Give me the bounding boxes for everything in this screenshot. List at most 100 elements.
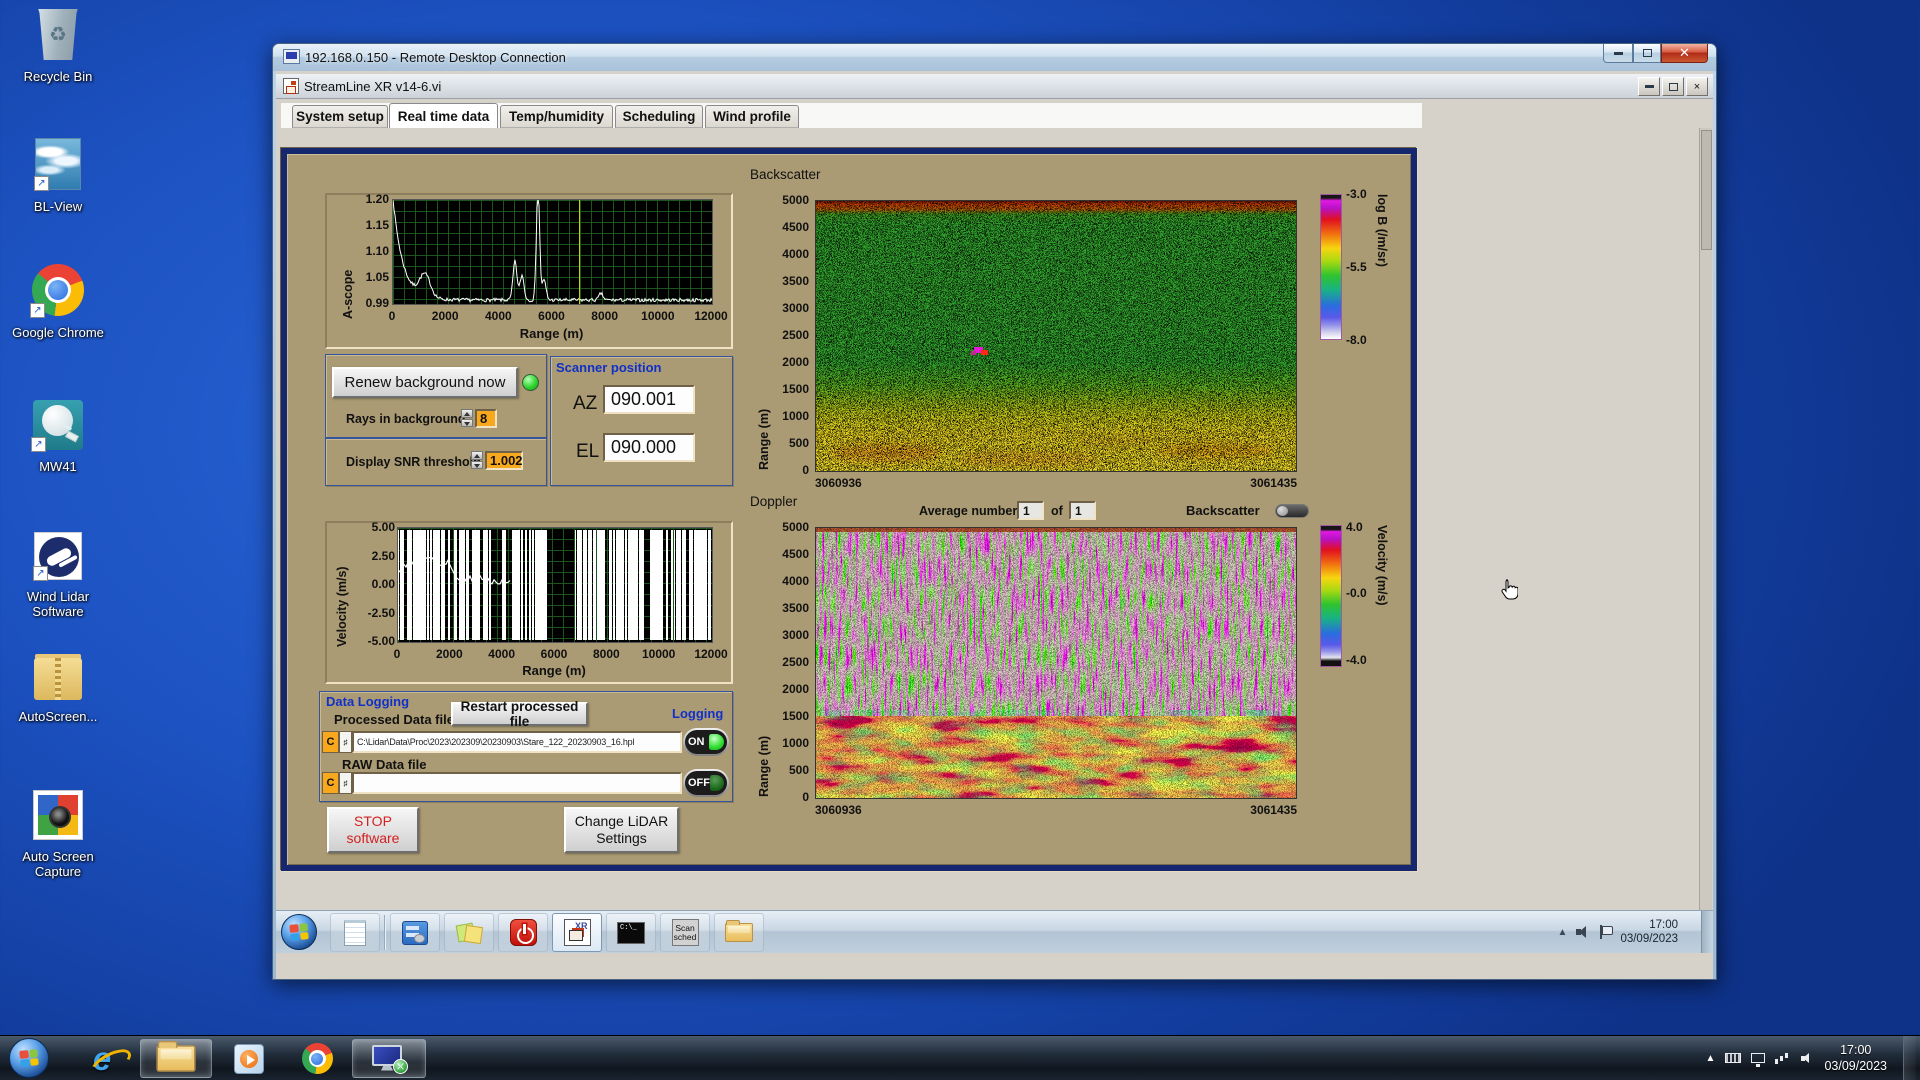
colorbar-tick: -4.0	[1346, 653, 1367, 667]
velocity-x-axis-label: Range (m)	[522, 663, 586, 678]
desktop-icon-auto-screen-capture[interactable]: Auto Screen Capture	[8, 790, 108, 879]
scrollbar-thumb[interactable]	[1701, 130, 1712, 250]
input-indicator-icon[interactable]	[1725, 1053, 1742, 1063]
az-value-field[interactable]: 090.001	[603, 385, 695, 414]
axis-tick-label: 1500	[782, 382, 809, 396]
hidden-icons-arrow[interactable]: ▲	[1706, 1053, 1716, 1064]
tab-wind-profile[interactable]: Wind profile	[705, 105, 799, 128]
restore-button[interactable]	[1633, 44, 1661, 63]
desktop-icon-mw41[interactable]: ↗ MW41	[8, 400, 108, 474]
windows-flag-icon	[289, 923, 309, 941]
backscatter-x-axis: 3060936 3061435	[815, 476, 1297, 490]
mw41-icon: ↗	[31, 400, 83, 452]
rays-value-field[interactable]: 8	[475, 409, 497, 428]
host-taskbar: e ⤫ ▲ 17:00 03/09/2023	[0, 1035, 1920, 1080]
doppler-x-axis: 3060936 3061435	[815, 803, 1297, 817]
vi-titlebar[interactable]: StreamLine XR v14-6.vi ×	[276, 74, 1713, 99]
internet-explorer-taskbar-button[interactable]: e	[74, 1039, 130, 1078]
command-prompt-taskbar-button[interactable]: C:\_	[606, 913, 656, 952]
velocity-plot-area	[397, 527, 713, 643]
raw-drive-badge[interactable]: C	[322, 772, 339, 794]
raw-path-field[interactable]	[352, 772, 682, 794]
el-value-field[interactable]: 090.000	[603, 433, 695, 462]
media-player-taskbar-button[interactable]	[220, 1039, 278, 1078]
vi-window-title: StreamLine XR v14-6.vi	[304, 79, 442, 94]
renew-background-button[interactable]: Renew background now	[332, 367, 518, 398]
sticky-notes-taskbar-button[interactable]	[444, 913, 494, 952]
tab-real-time-data[interactable]: Real time data	[389, 103, 498, 128]
graph-cursor-line[interactable]	[579, 200, 580, 304]
tab-system-setup[interactable]: System setup	[292, 105, 388, 128]
raw-browse-icon[interactable]: ♯	[339, 772, 352, 794]
remote-clock[interactable]: 17:00 03/09/2023	[1620, 918, 1678, 946]
minimize-button[interactable]	[1603, 44, 1633, 63]
ascope-graph: A-scope 1.20 1.15 1.10 1.05 0.99 0 2000 4000 60…	[325, 192, 733, 349]
explorer-taskbar-button[interactable]	[140, 1039, 212, 1078]
vi-restore-button[interactable]	[1662, 77, 1684, 96]
remote-show-desktop-button[interactable]	[1701, 911, 1713, 953]
backscatter-x-start: 3060936	[815, 476, 862, 490]
processed-drive-badge[interactable]: C	[322, 731, 339, 753]
vi-minimize-button[interactable]	[1638, 77, 1660, 96]
axis-tick-label: 1500	[782, 709, 809, 723]
doppler-x-end: 3061435	[1250, 803, 1297, 817]
colorbar-tick: -0.0	[1346, 586, 1367, 600]
processed-logging-on-button[interactable]: ON	[683, 728, 729, 756]
processed-browse-icon[interactable]: ♯	[339, 731, 352, 753]
vertical-scrollbar[interactable]	[1699, 128, 1712, 910]
desktop-icon-label: Wind Lidar Software	[26, 589, 90, 619]
tab-scheduling[interactable]: Scheduling	[615, 105, 703, 128]
stop-software-button[interactable]: STOP software	[327, 807, 419, 853]
average-total-field[interactable]: 1	[1069, 501, 1096, 520]
tab-temp-humidity[interactable]: Temp/humidity	[500, 105, 613, 128]
axis-tick-label: 3000	[782, 628, 809, 642]
scanner-position-box: Scanner position AZ 090.001 EL 090.000	[550, 356, 733, 486]
auto-screen-capture-icon	[33, 790, 83, 840]
change-lidar-settings-button[interactable]: Change LiDAR Settings	[564, 807, 679, 853]
chrome-taskbar-button[interactable]	[288, 1039, 346, 1078]
desktop-icon-recycle-bin[interactable]: Recycle Bin	[8, 8, 108, 84]
notepad-taskbar-button[interactable]	[330, 913, 380, 952]
snr-spinner[interactable]	[471, 451, 483, 469]
restart-processed-file-button[interactable]: Restart processed file	[451, 699, 588, 729]
display-icon[interactable]	[1751, 1053, 1766, 1067]
volume-icon[interactable]	[1801, 1052, 1814, 1064]
folder-icon	[156, 1040, 196, 1072]
processed-path-field[interactable]: C:\Lidar\Data\Proc\2023\202309\20230903\…	[352, 731, 682, 753]
desktop-icon-autoscreen[interactable]: AutoScreen...	[8, 658, 108, 724]
desktop-icon-wind-lidar[interactable]: ↗ Wind Lidar Software	[8, 532, 108, 619]
host-clock[interactable]: 17:00 03/09/2023	[1824, 1042, 1887, 1074]
labview-xr-taskbar-button[interactable]: XR	[552, 913, 602, 952]
axis-tick-label: 8000	[591, 309, 619, 323]
notepad-icon	[344, 919, 366, 946]
remote-start-button[interactable]	[281, 914, 317, 950]
vi-close-button[interactable]: ×	[1686, 77, 1708, 96]
remote-desktop-taskbar-button[interactable]: ⤫	[352, 1039, 426, 1078]
desktop-icon-google-chrome[interactable]: ↗ Google Chrome	[8, 264, 108, 340]
velocity-y-ticks: 5.00 2.50 0.00 -2.50 -5.00	[333, 520, 395, 648]
close-button[interactable]: ✕	[1661, 44, 1708, 63]
host-show-desktop-button[interactable]	[1903, 1035, 1916, 1080]
host-start-button[interactable]	[9, 1038, 49, 1078]
rays-spinner[interactable]	[461, 409, 473, 427]
network-icon[interactable]	[1775, 1052, 1791, 1064]
raw-logging-off-button[interactable]: OFF	[683, 769, 729, 797]
action-center-flag-icon[interactable]	[1599, 925, 1614, 939]
axis-tick-label: 1000	[782, 736, 809, 750]
explorer-taskbar-button[interactable]	[714, 913, 764, 952]
scan-scheduler-taskbar-button[interactable]: Scan sched	[660, 913, 710, 952]
desktop-icon-bl-view[interactable]: ↗ BL-View	[8, 138, 108, 214]
doppler-colorbar-label: Velocity (m/s)	[1375, 525, 1389, 606]
hidden-icons-arrow[interactable]: ▲	[1558, 927, 1568, 938]
close-icon: ✕	[1679, 45, 1690, 60]
shutdown-taskbar-button[interactable]	[498, 913, 548, 952]
backscatter-toggle-switch[interactable]	[1275, 504, 1309, 518]
axis-tick-label: 3000	[782, 301, 809, 315]
rdp-titlebar[interactable]: 192.168.0.150 - Remote Desktop Connectio…	[273, 44, 1716, 71]
remote-desktop-icon: ⤫	[372, 1044, 408, 1074]
labview-xr-icon: XR	[563, 919, 591, 946]
volume-icon[interactable]	[1576, 926, 1590, 938]
average-number-field[interactable]: 1	[1017, 501, 1044, 520]
snr-value-field[interactable]: 1.002	[485, 451, 523, 470]
system-config-taskbar-button[interactable]	[390, 913, 440, 952]
